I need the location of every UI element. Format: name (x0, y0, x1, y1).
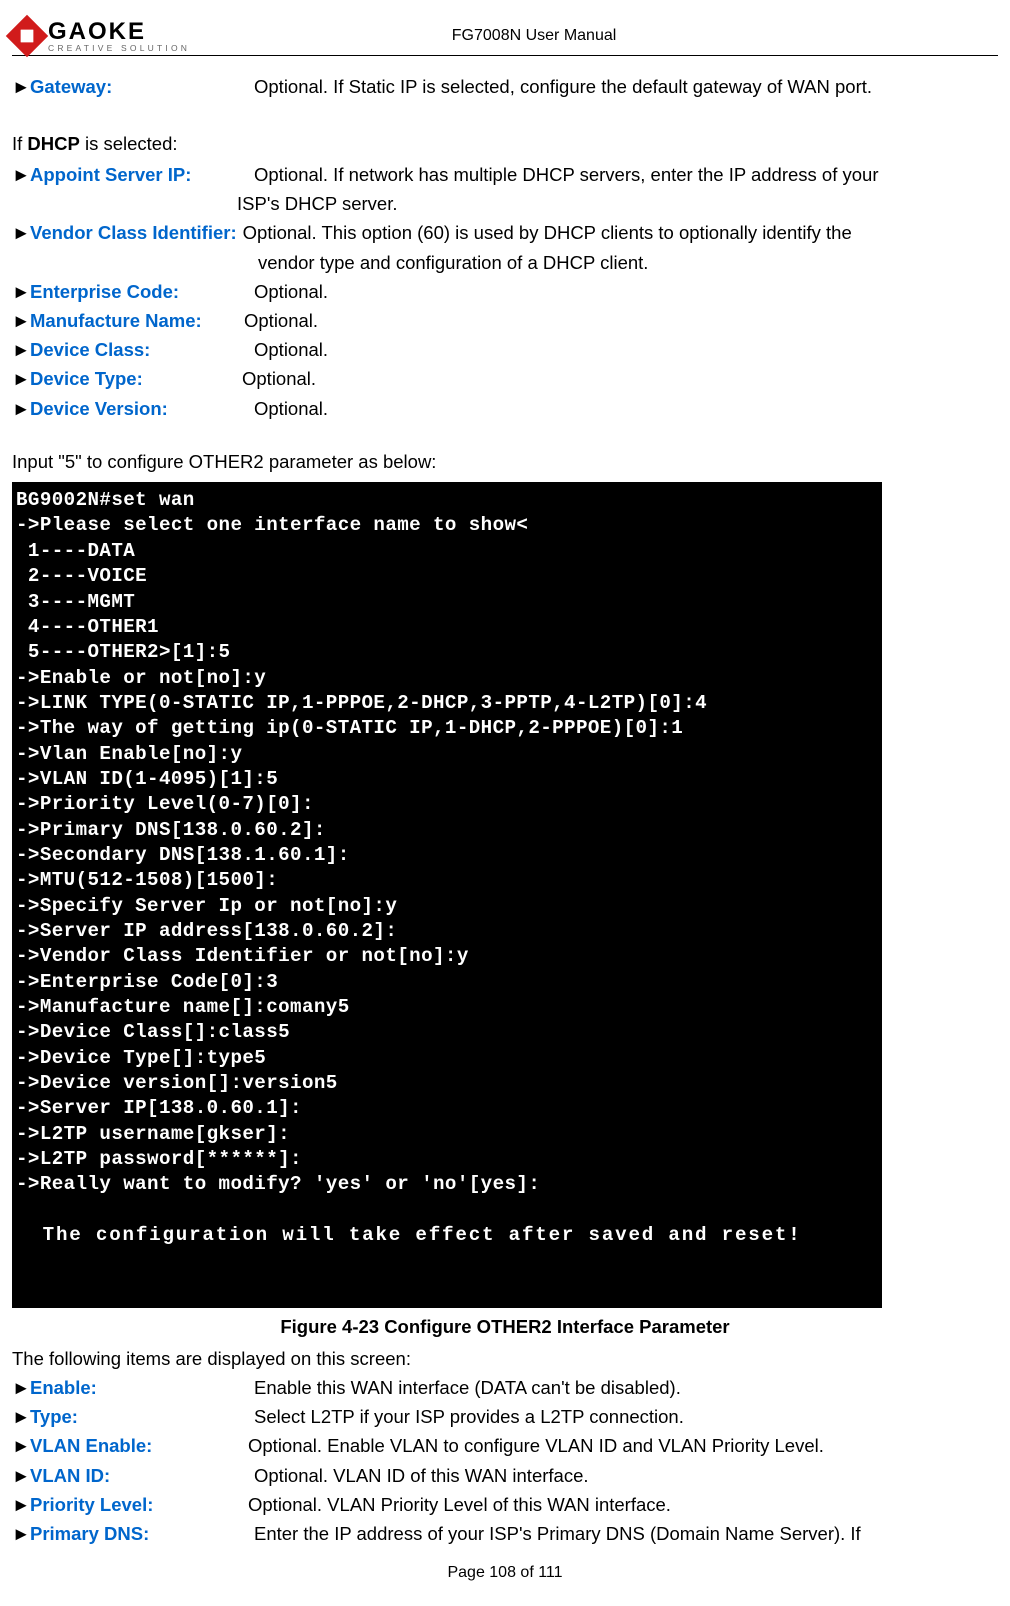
param-vendor-class: ► Vendor Class Identifier: Optional. Thi… (12, 218, 998, 247)
dhcp-intro: If DHCP is selected: (12, 129, 998, 158)
param-label: Priority Level: (30, 1490, 254, 1519)
param-vlan-enable: ► VLAN Enable: Optional. Enable VLAN to … (12, 1431, 998, 1460)
param-desc: Optional. VLAN Priority Level of this WA… (248, 1490, 998, 1519)
param-label: Primary DNS: (30, 1519, 254, 1548)
bullet-icon: ► (12, 1461, 30, 1490)
param-device-type: ► Device Type: Optional. (12, 364, 998, 393)
param-enable: ► Enable: Enable this WAN interface (DAT… (12, 1373, 998, 1402)
page-header: GAOKE CREATIVE SOLUTION FG7008N User Man… (12, 20, 998, 56)
param-desc: Select L2TP if your ISP provides a L2TP … (254, 1402, 998, 1431)
bullet-icon: ► (12, 335, 30, 364)
input5-instruction: Input "5" to configure OTHER2 parameter … (12, 447, 998, 476)
param-label: Device Type: (30, 364, 254, 393)
param-label: Enable: (30, 1373, 254, 1402)
param-label: Gateway: (30, 72, 254, 101)
param-desc: Enable this WAN interface (DATA can't be… (254, 1373, 998, 1402)
bullet-icon: ► (12, 1431, 30, 1460)
param-label: VLAN Enable: (30, 1431, 254, 1460)
param-label: Type: (30, 1402, 254, 1431)
param-desc: Enter the IP address of your ISP's Prima… (254, 1519, 998, 1548)
param-desc: Optional. Enable VLAN to configure VLAN … (248, 1431, 998, 1460)
post-figure-text: The following items are displayed on thi… (12, 1344, 998, 1373)
param-vlan-id: ► VLAN ID: Optional. VLAN ID of this WAN… (12, 1461, 998, 1490)
param-desc-cont: vendor type and configuration of a DHCP … (258, 248, 998, 277)
brand-tagline: CREATIVE SOLUTION (48, 44, 190, 53)
bullet-icon: ► (12, 1490, 30, 1519)
param-label: Enterprise Code: (30, 277, 254, 306)
document-title: FG7008N User Manual (130, 27, 938, 45)
param-device-version: ► Device Version: Optional. (12, 394, 998, 423)
param-desc: Optional. (254, 394, 998, 423)
bullet-icon: ► (12, 1519, 30, 1548)
param-desc: Optional. If network has multiple DHCP s… (254, 160, 998, 189)
param-enterprise-code: ► Enterprise Code: Optional. (12, 277, 998, 306)
bullet-icon: ► (12, 1402, 30, 1431)
bullet-icon: ► (12, 1373, 30, 1402)
figure-caption: Figure 4-23 Configure OTHER2 Interface P… (12, 1312, 998, 1341)
bullet-icon: ► (12, 394, 30, 423)
bullet-icon: ► (12, 218, 30, 247)
param-appoint-server-ip: ► Appoint Server IP: Optional. If networ… (12, 160, 998, 189)
param-desc: Optional. If Static IP is selected, conf… (254, 72, 998, 101)
param-device-class: ► Device Class: Optional. (12, 335, 998, 364)
param-manufacture-name: ► Manufacture Name: Optional. (12, 306, 998, 335)
param-desc: Optional. (242, 364, 998, 393)
bullet-icon: ► (12, 306, 30, 335)
param-label: Vendor Class Identifier: (30, 218, 237, 247)
page-number: Page 108 of 111 (12, 1560, 998, 1585)
param-primary-dns: ► Primary DNS: Enter the IP address of y… (12, 1519, 998, 1548)
param-label: Device Version: (30, 394, 254, 423)
param-gateway: ► Gateway: Optional. If Static IP is sel… (12, 72, 998, 101)
terminal-screenshot: BG9002N#set wan ->Please select one inte… (12, 482, 882, 1308)
bullet-icon: ► (12, 277, 30, 306)
param-label: VLAN ID: (30, 1461, 254, 1490)
bullet-icon: ► (12, 160, 30, 189)
param-desc: Optional. (254, 277, 998, 306)
param-label: Manufacture Name: (30, 306, 254, 335)
param-desc-cont: ISP's DHCP server. (237, 189, 998, 218)
param-desc: Optional. (254, 335, 998, 364)
param-priority-level: ► Priority Level: Optional. VLAN Priorit… (12, 1490, 998, 1519)
param-desc: Optional. This option (60) is used by DH… (243, 218, 998, 247)
logo-icon (6, 15, 48, 57)
bullet-icon: ► (12, 72, 30, 101)
param-label: Device Class: (30, 335, 254, 364)
param-desc: Optional. (244, 306, 998, 335)
param-label: Appoint Server IP: (30, 160, 254, 189)
param-type: ► Type: Select L2TP if your ISP provides… (12, 1402, 998, 1431)
param-desc: Optional. VLAN ID of this WAN interface. (254, 1461, 998, 1490)
bullet-icon: ► (12, 364, 30, 393)
